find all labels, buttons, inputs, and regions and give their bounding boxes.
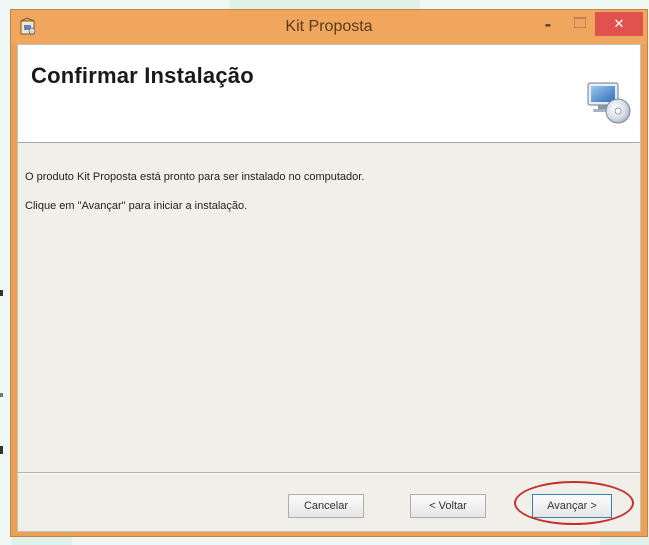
minimize-button[interactable]: - (531, 12, 565, 36)
maximize-icon (574, 17, 586, 28)
wizard-client-area: Confirmar Instalação O produto Kit Propo… (17, 44, 641, 532)
computer-disc-setup-icon (587, 82, 631, 124)
maximize-button[interactable] (565, 12, 595, 36)
title-bar[interactable]: Kit Proposta - ✕ (11, 10, 647, 44)
footer-divider (18, 472, 640, 474)
page-title: Confirmar Instalação (31, 63, 254, 88)
ready-message: O produto Kit Proposta está pronto para … (25, 171, 365, 183)
close-button[interactable]: ✕ (595, 12, 643, 36)
edge-mark (0, 446, 3, 454)
back-button[interactable]: < Voltar (410, 494, 486, 518)
instruction-message: Clique em "Avançar" para iniciar a insta… (25, 200, 248, 212)
wizard-header: Confirmar Instalação (18, 45, 640, 143)
edge-mark (0, 393, 3, 397)
edge-mark (0, 290, 3, 296)
screenshot-page: Kit Proposta - ✕ Confirmar Instalação O … (0, 0, 649, 545)
installer-window: Kit Proposta - ✕ Confirmar Instalação O … (10, 9, 648, 537)
next-button[interactable]: Avançar > (532, 494, 612, 518)
cancel-button[interactable]: Cancelar (288, 494, 364, 518)
